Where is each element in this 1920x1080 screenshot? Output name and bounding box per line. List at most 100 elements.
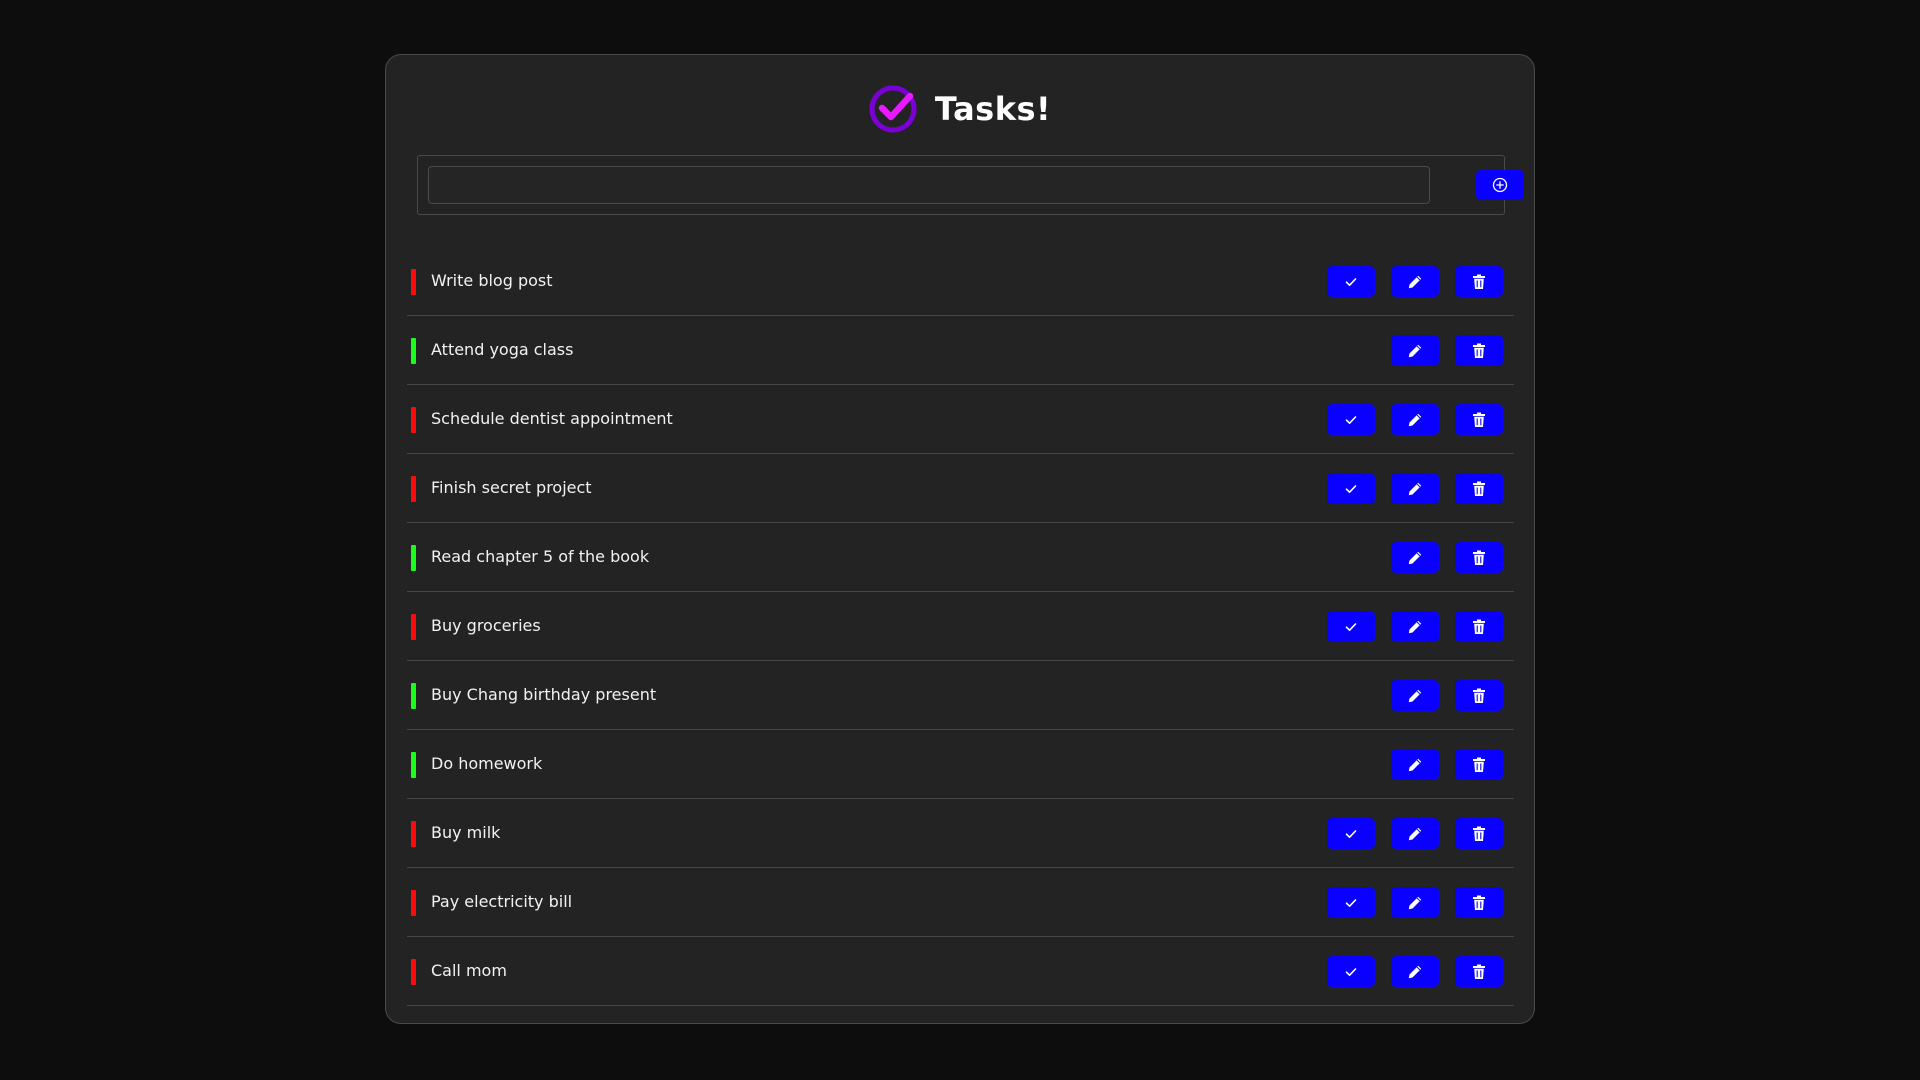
check-icon — [1345, 829, 1357, 838]
trash-icon — [1473, 964, 1485, 979]
task-row — [407, 1006, 1514, 1023]
task-actions — [1327, 611, 1503, 642]
task-row: Write blog post — [407, 247, 1514, 316]
new-task-input[interactable] — [428, 166, 1430, 204]
pencil-icon — [1408, 965, 1422, 978]
pencil-icon — [1408, 275, 1422, 288]
trash-icon — [1473, 412, 1485, 427]
task-text: Do homework — [431, 754, 543, 773]
pencil-icon — [1408, 827, 1422, 840]
priority-indicator — [411, 959, 416, 985]
task-row: Buy milk — [407, 799, 1514, 868]
delete-task-button[interactable] — [1455, 542, 1503, 573]
task-row: Attend yoga class — [407, 316, 1514, 385]
pencil-icon — [1408, 758, 1422, 771]
complete-task-button[interactable] — [1327, 266, 1375, 297]
delete-task-button[interactable] — [1455, 887, 1503, 918]
delete-task-button[interactable] — [1455, 956, 1503, 987]
task-text: Buy groceries — [431, 616, 541, 635]
priority-indicator — [411, 821, 416, 847]
check-icon — [1345, 415, 1357, 424]
task-actions — [1327, 335, 1503, 366]
pencil-icon — [1408, 896, 1422, 909]
edit-task-button[interactable] — [1391, 611, 1439, 642]
complete-task-button[interactable] — [1327, 404, 1375, 435]
task-row: Pay electricity bill — [407, 868, 1514, 937]
check-icon — [1345, 622, 1357, 631]
task-text: Write blog post — [431, 271, 553, 290]
priority-indicator — [411, 752, 416, 778]
trash-icon — [1473, 274, 1485, 289]
complete-task-button[interactable] — [1327, 473, 1375, 504]
task-actions — [1327, 749, 1503, 780]
delete-task-button[interactable] — [1455, 611, 1503, 642]
plus-circle-icon — [1492, 177, 1508, 193]
task-text: Buy Chang birthday present — [431, 685, 657, 704]
edit-task-button[interactable] — [1391, 266, 1439, 297]
delete-task-button[interactable] — [1455, 404, 1503, 435]
trash-icon — [1473, 757, 1485, 772]
header: Tasks! — [386, 81, 1534, 137]
delete-task-button[interactable] — [1455, 749, 1503, 780]
task-list: Write blog post Attend yoga class Schedule… — [407, 247, 1514, 1023]
edit-task-button[interactable] — [1391, 542, 1439, 573]
priority-indicator — [411, 269, 416, 295]
task-text: Read chapter 5 of the book — [431, 547, 650, 566]
edit-task-button[interactable] — [1391, 680, 1439, 711]
edit-task-button[interactable] — [1391, 956, 1439, 987]
trash-icon — [1473, 343, 1485, 358]
priority-indicator — [411, 407, 416, 433]
app-card: Tasks! Write blog post Attend yoga class S… — [385, 54, 1535, 1024]
task-actions — [1327, 473, 1503, 504]
edit-task-button[interactable] — [1391, 335, 1439, 366]
task-actions — [1327, 818, 1503, 849]
pencil-icon — [1408, 620, 1422, 633]
edit-task-button[interactable] — [1391, 473, 1439, 504]
pencil-icon — [1408, 551, 1422, 564]
task-text: Buy milk — [431, 823, 501, 842]
trash-icon — [1473, 550, 1485, 565]
delete-task-button[interactable] — [1455, 335, 1503, 366]
trash-icon — [1473, 481, 1485, 496]
pencil-icon — [1408, 344, 1422, 357]
task-text: Attend yoga class — [431, 340, 574, 359]
task-row: Do homework — [407, 730, 1514, 799]
priority-indicator — [411, 890, 416, 916]
complete-task-button[interactable] — [1327, 611, 1375, 642]
pencil-icon — [1408, 689, 1422, 702]
edit-task-button[interactable] — [1391, 818, 1439, 849]
priority-indicator — [411, 614, 416, 640]
edit-task-button[interactable] — [1391, 749, 1439, 780]
delete-task-button[interactable] — [1455, 818, 1503, 849]
task-row: Finish secret project — [407, 454, 1514, 523]
trash-icon — [1473, 826, 1485, 841]
priority-indicator — [411, 683, 416, 709]
check-icon — [1345, 484, 1357, 493]
edit-task-button[interactable] — [1391, 887, 1439, 918]
priority-indicator — [411, 338, 416, 364]
delete-task-button[interactable] — [1455, 266, 1503, 297]
task-actions — [1327, 404, 1503, 435]
pencil-icon — [1408, 413, 1422, 426]
trash-icon — [1473, 619, 1485, 634]
check-icon — [1345, 967, 1357, 976]
delete-task-button[interactable] — [1455, 680, 1503, 711]
task-text: Schedule dentist appointment — [431, 409, 673, 428]
add-task-button[interactable] — [1476, 170, 1524, 200]
task-row: Read chapter 5 of the book — [407, 523, 1514, 592]
pencil-icon — [1408, 482, 1422, 495]
edit-task-button[interactable] — [1391, 404, 1439, 435]
task-text: Finish secret project — [431, 478, 592, 497]
priority-indicator — [411, 476, 416, 502]
complete-task-button[interactable] — [1327, 887, 1375, 918]
complete-task-button[interactable] — [1327, 818, 1375, 849]
task-actions — [1327, 266, 1503, 297]
check-icon — [1345, 898, 1357, 907]
delete-task-button[interactable] — [1455, 473, 1503, 504]
task-text: Pay electricity bill — [431, 892, 573, 911]
task-row: Buy groceries — [407, 592, 1514, 661]
trash-icon — [1473, 895, 1485, 910]
task-row: Schedule dentist appointment — [407, 385, 1514, 454]
add-task-form — [417, 155, 1524, 215]
complete-task-button[interactable] — [1327, 956, 1375, 987]
